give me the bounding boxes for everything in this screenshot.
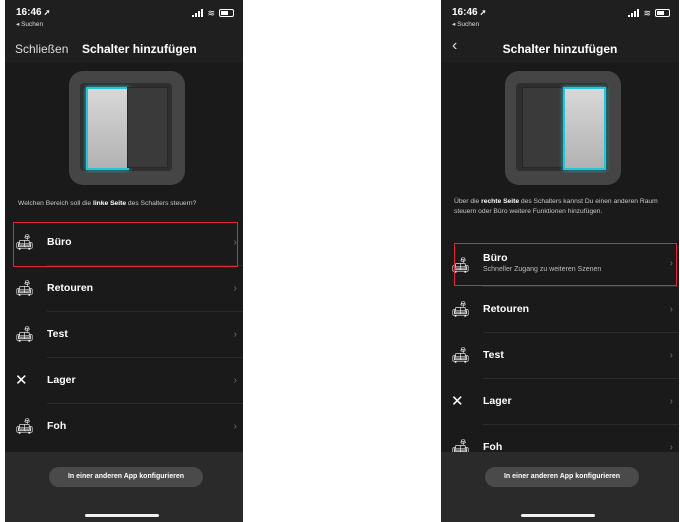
room-item-retouren[interactable]: 🛋 Retouren › xyxy=(5,266,243,312)
status-bar: 16:46 ➚ ◂ Suchen ≋ xyxy=(5,0,243,34)
room-item-test[interactable]: 🛋 Test › xyxy=(441,333,679,379)
home-indicator xyxy=(85,514,159,517)
switch-illustration xyxy=(69,71,185,185)
bottom-bar: In einer anderen App konfigurieren xyxy=(441,452,679,522)
chevron-right-icon: › xyxy=(233,283,237,294)
wifi-icon: ≋ xyxy=(643,8,651,18)
chevron-right-icon: › xyxy=(669,396,673,407)
left-rocker xyxy=(522,87,563,168)
tools-icon: ✕ xyxy=(15,372,28,389)
configure-in-other-app-button[interactable]: In einer anderen App konfigurieren xyxy=(485,467,639,487)
page-title: Schalter hinzufügen xyxy=(82,42,197,56)
highlight-box xyxy=(13,222,238,267)
back-to-app-link[interactable]: ◂ Suchen xyxy=(16,20,43,28)
close-button[interactable]: Schließen xyxy=(15,42,68,56)
sofa-icon: 🛋 xyxy=(451,301,471,318)
description-text: Über die rechte Seite des Schalters kann… xyxy=(454,198,658,215)
tools-icon: ✕ xyxy=(451,393,464,410)
room-item-retouren[interactable]: 🛋 Retouren › xyxy=(441,287,679,333)
header: Schließen Schalter hinzufügen xyxy=(5,34,243,62)
room-item-lager[interactable]: ✕ Lager › xyxy=(441,379,679,425)
battery-icon xyxy=(655,9,670,17)
right-screen: 16:46 ➚ ◂ Suchen ≋ ‹ Schalter hinzufügen … xyxy=(441,0,679,522)
configure-in-other-app-button[interactable]: In einer anderen App konfigurieren xyxy=(49,467,203,487)
chevron-right-icon: › xyxy=(233,421,237,432)
left-screen: 16:46 ➚ ◂ Suchen ≋ Schließen Schalter hin… xyxy=(5,0,243,522)
switch-illustration xyxy=(505,71,621,185)
signal-icon xyxy=(628,9,640,17)
wifi-icon: ≋ xyxy=(207,8,215,18)
page-title: Schalter hinzufügen xyxy=(502,42,618,56)
bottom-bar: In einer anderen App konfigurieren xyxy=(5,452,243,522)
signal-icon xyxy=(192,9,204,17)
sofa-icon: 🛋 xyxy=(451,347,471,364)
location-arrow-icon: ➚ xyxy=(43,8,51,17)
status-bar: 16:46 ➚ ◂ Suchen ≋ xyxy=(441,0,679,34)
room-item-lager[interactable]: ✕ Lager › xyxy=(5,358,243,404)
room-item-foh[interactable]: 🛋 Foh › xyxy=(5,404,243,450)
status-time: 16:46 xyxy=(16,7,42,18)
sofa-icon: 🛋 xyxy=(15,280,35,297)
sofa-icon: 🛋 xyxy=(15,326,35,343)
sofa-icon: 🛋 xyxy=(15,418,35,435)
location-arrow-icon: ➚ xyxy=(479,8,487,17)
right-rocker-selected xyxy=(563,87,606,170)
right-rocker xyxy=(127,87,168,168)
highlight-box xyxy=(454,243,677,286)
question-text: Welchen Bereich soll die linke Seite des… xyxy=(18,200,197,207)
left-rocker-selected xyxy=(86,87,129,170)
battery-icon xyxy=(219,9,234,17)
header: ‹ Schalter hinzufügen xyxy=(441,34,679,62)
chevron-right-icon: › xyxy=(669,304,673,315)
chevron-right-icon: › xyxy=(233,329,237,340)
room-item-test[interactable]: 🛋 Test › xyxy=(5,312,243,358)
back-to-app-link[interactable]: ◂ Suchen xyxy=(452,20,479,28)
status-time: 16:46 xyxy=(452,7,478,18)
chevron-right-icon: › xyxy=(233,375,237,386)
home-indicator xyxy=(521,514,595,517)
chevron-right-icon: › xyxy=(669,350,673,361)
